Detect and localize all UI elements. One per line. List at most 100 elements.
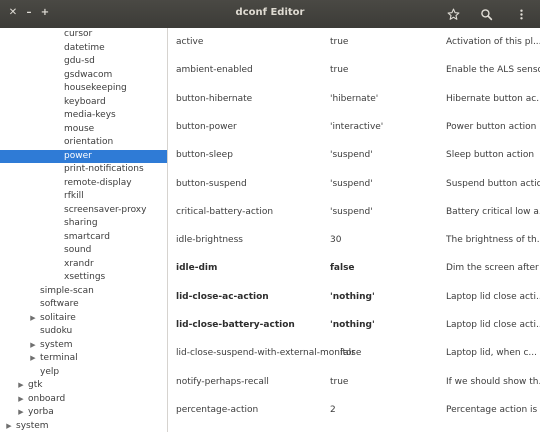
tree-item-label: screensaver-proxy: [64, 204, 147, 215]
tree-item-onboard[interactable]: ▶ onboard: [0, 393, 167, 407]
tree-item-label: keyboard: [64, 96, 106, 107]
key-row-notify-perhaps-recall[interactable]: notify-perhaps-recall true If we should sh…: [168, 368, 540, 396]
tree-item-gsdwacom[interactable]: gsdwacom: [0, 69, 167, 83]
close-icon[interactable]: ✕: [6, 6, 20, 20]
tree-item-gtk[interactable]: ▶ gtk: [0, 379, 167, 393]
star-icon[interactable]: [444, 5, 462, 23]
key-row-ambient-enabled[interactable]: ambient-enabled true Enable the ALS sensor: [168, 56, 540, 84]
key-row-lid-close-ac-action[interactable]: lid-close-ac-action 'nothing' Laptop lid c…: [168, 283, 540, 311]
tree-item-label: housekeeping: [64, 83, 127, 93]
tree-item-system[interactable]: ▶ system: [0, 339, 167, 353]
expander-icon[interactable]: ▶: [17, 393, 25, 407]
key-name: button-sleep: [176, 150, 233, 161]
tree-item-keyboard[interactable]: keyboard: [0, 96, 167, 110]
key-value: 2: [330, 404, 336, 415]
tree-item-orientation[interactable]: orientation: [0, 136, 167, 150]
key-value: 'suspend': [330, 150, 373, 161]
tree-item-software[interactable]: software: [0, 298, 167, 312]
menu-icon[interactable]: [512, 5, 530, 23]
tree-item-terminal[interactable]: ▶ terminal: [0, 352, 167, 366]
tree-item-label: system: [16, 420, 49, 431]
tree-item-smartcard[interactable]: smartcard: [0, 231, 167, 245]
key-description: The brightness of th...: [446, 235, 540, 246]
tree-item-label: gtk: [28, 380, 43, 390]
tree-item-yorba[interactable]: ▶ yorba: [0, 406, 167, 420]
tree-item-label: terminal: [40, 353, 78, 363]
expander-icon[interactable]: ▶: [29, 352, 37, 366]
expander-icon[interactable]: ▶: [29, 312, 37, 326]
key-name: ambient-enabled: [176, 65, 253, 76]
key-row-button-suspend[interactable]: button-suspend 'suspend' Suspend button ac…: [168, 170, 540, 198]
key-row-critical-battery-action[interactable]: critical-battery-action 'suspend' Battery …: [168, 198, 540, 226]
key-description: Laptop lid, when c...: [446, 348, 537, 359]
key-row-idle-dim[interactable]: idle-dim false Dim the screen after ...: [168, 254, 540, 282]
tree-item-simple-scan[interactable]: simple-scan: [0, 285, 167, 299]
key-row-percentage-action[interactable]: percentage-action 2 Percentage action is .…: [168, 396, 540, 424]
key-name: idle-brightness: [176, 235, 243, 246]
tree-item-datetime[interactable]: datetime: [0, 42, 167, 56]
tree-item-gdu-sd[interactable]: gdu-sd: [0, 55, 167, 69]
minimize-icon[interactable]: –: [22, 6, 36, 20]
key-value: true: [330, 376, 349, 387]
tree-item-label: yorba: [28, 407, 54, 417]
key-value: 30: [330, 235, 342, 246]
key-row-button-sleep[interactable]: button-sleep 'suspend' Sleep button action: [168, 141, 540, 169]
tree-item-label: orientation: [64, 137, 114, 147]
key-row-lid-close-battery-action[interactable]: lid-close-battery-action 'nothing' Laptop …: [168, 311, 540, 339]
tree-item-xsettings[interactable]: xsettings: [0, 271, 167, 285]
key-name: lid-close-ac-action: [176, 291, 269, 302]
expander-icon[interactable]: ▶: [29, 339, 37, 353]
key-value: 'suspend': [330, 206, 373, 217]
tree-item-label: mouse: [64, 123, 95, 134]
tree-item-label: gdu-sd: [64, 56, 95, 66]
tree-item-system[interactable]: ▶ system: [0, 420, 167, 432]
tree-item-screensaver-proxy[interactable]: screensaver-proxy: [0, 204, 167, 218]
tree-item-sharing[interactable]: sharing: [0, 217, 167, 231]
key-row-button-power[interactable]: button-power 'interactive' Power button ac…: [168, 113, 540, 141]
key-description: Percentage action is ...: [446, 404, 540, 415]
tree-item-sound[interactable]: sound: [0, 244, 167, 258]
tree-item-power[interactable]: power: [0, 149, 167, 163]
tree-item-xrandr[interactable]: xrandr: [0, 258, 167, 272]
expander-icon[interactable]: ▶: [17, 406, 25, 420]
key-row-lid-close-suspend-with-external-monitor[interactable]: lid-close-suspend-with-external-monitor f…: [168, 339, 540, 367]
key-name: idle-dim: [176, 263, 218, 274]
expander-icon[interactable]: ▶: [5, 420, 13, 432]
tree-item-label: remote-display: [64, 177, 132, 188]
tree-item-housekeeping[interactable]: housekeeping: [0, 82, 167, 96]
key-value: false: [330, 263, 355, 274]
tree-item-mouse[interactable]: mouse: [0, 123, 167, 137]
key-description: Battery critical low a...: [446, 206, 540, 217]
schema-tree[interactable]: cursor datetime gdu-sd gsdwacom housekeeping…: [0, 28, 168, 432]
search-icon[interactable]: [477, 5, 495, 23]
tree-item-print-notifications[interactable]: print-notifications: [0, 163, 167, 177]
tree-item-label: rfkill: [64, 191, 84, 201]
maximize-icon[interactable]: +: [38, 6, 52, 20]
key-name: lid-close-suspend-with-external-monitor: [176, 348, 356, 359]
tree-item-rfkill[interactable]: rfkill: [0, 190, 167, 204]
tree-item-media-keys[interactable]: media-keys: [0, 109, 167, 123]
tree-item-solitaire[interactable]: ▶ solitaire: [0, 312, 167, 326]
tree-item-yelp[interactable]: yelp: [0, 366, 167, 380]
key-row-idle-brightness[interactable]: idle-brightness 30 The brightness of th...: [168, 226, 540, 254]
keys-list: active true Activation of this pl... ambien…: [168, 28, 540, 432]
expander-icon[interactable]: ▶: [17, 379, 25, 393]
key-value: true: [330, 37, 349, 47]
key-value: false: [340, 348, 362, 359]
key-description: Laptop lid close acti...: [446, 291, 540, 302]
key-row-active[interactable]: active true Activation of this pl...: [168, 28, 540, 56]
tree-item-label: gsdwacom: [64, 69, 113, 80]
key-name: active: [176, 37, 204, 47]
key-description: Power button action: [446, 121, 537, 132]
key-name: lid-close-battery-action: [176, 320, 295, 330]
tree-item-label: cursor: [64, 29, 93, 39]
key-row-button-hibernate[interactable]: button-hibernate 'hibernate' Hibernate but…: [168, 85, 540, 113]
tree-item-sudoku[interactable]: sudoku: [0, 325, 167, 339]
tree-item-label: solitaire: [40, 312, 76, 323]
tree-item-cursor[interactable]: cursor: [0, 28, 167, 42]
key-description: Dim the screen after ...: [446, 263, 540, 274]
tree-item-label: software: [40, 299, 79, 309]
tree-item-label: xrandr: [64, 258, 94, 269]
key-description: Suspend button action: [446, 178, 540, 189]
tree-item-remote-display[interactable]: remote-display: [0, 177, 167, 191]
